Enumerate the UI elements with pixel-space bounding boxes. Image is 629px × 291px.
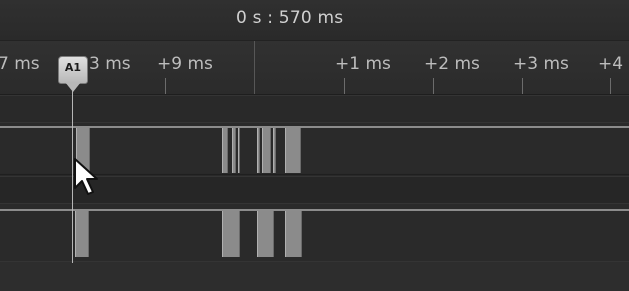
channel-2-lane[interactable] bbox=[0, 203, 629, 261]
ruler-tick-mark bbox=[165, 78, 166, 94]
timebase-label: 0 s : 570 ms bbox=[236, 8, 344, 28]
channel-1-pulse bbox=[257, 128, 260, 173]
time-header: 0 s : 570 ms bbox=[0, 0, 629, 41]
channel-1-pulse bbox=[273, 128, 276, 173]
ruler-tick-7ms: 7 ms bbox=[0, 54, 40, 74]
ruler-tick-plus-3ms: +3 ms bbox=[513, 54, 569, 74]
ruler-tick-plus-1ms: +1 ms bbox=[335, 54, 391, 74]
ruler-tick-plus-2ms: +2 ms bbox=[424, 54, 480, 74]
ruler-tick-mark bbox=[522, 78, 523, 94]
timing-marker-icon[interactable]: A1 bbox=[58, 56, 88, 84]
channel-1-pulse bbox=[238, 128, 240, 173]
channel-1-pulse bbox=[232, 128, 236, 173]
channel-1-pulse bbox=[262, 128, 271, 173]
ruler-tick-3ms: 3 ms bbox=[89, 54, 131, 74]
channel-2-baseline bbox=[0, 209, 629, 211]
lane-header-stripe bbox=[0, 95, 629, 122]
ruler-tick-plus-4: +4 bbox=[598, 54, 624, 74]
channel-1-baseline bbox=[0, 126, 629, 128]
mouse-pointer-icon bbox=[74, 158, 98, 195]
logic-analyzer-view: 0 s : 570 ms 7 ms 3 ms +9 ms +1 ms +2 ms… bbox=[0, 0, 629, 291]
lane-bottom bbox=[0, 261, 629, 291]
channel-1-pulse bbox=[222, 128, 228, 173]
channel-1-pulse bbox=[285, 128, 301, 173]
ruler-tick-mark bbox=[610, 78, 611, 94]
ruler-tick-mark bbox=[344, 78, 345, 94]
ruler-tick-mark bbox=[433, 78, 434, 94]
time-ruler[interactable]: 7 ms 3 ms +9 ms +1 ms +2 ms +3 ms +4 bbox=[0, 41, 629, 95]
channel-2-pulse bbox=[285, 211, 302, 257]
ruler-separator bbox=[254, 41, 255, 94]
channel-2-pulse bbox=[257, 211, 274, 257]
ruler-tick-9ms: +9 ms bbox=[157, 54, 213, 74]
channel-2-pulse bbox=[222, 211, 240, 257]
channel-2-pulse bbox=[75, 211, 89, 257]
marker-pointer-icon bbox=[65, 82, 81, 92]
